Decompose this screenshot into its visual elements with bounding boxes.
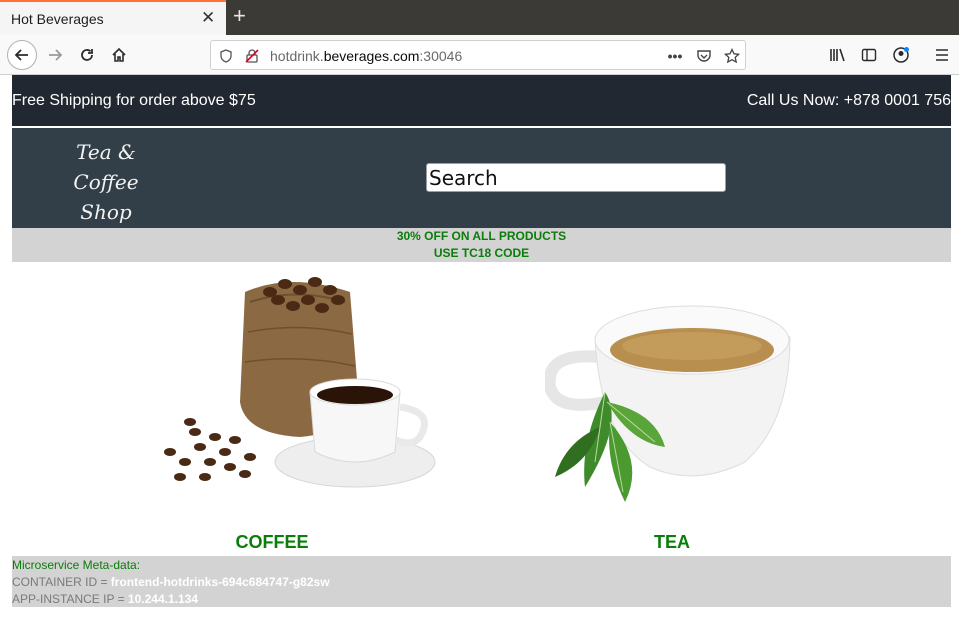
- account-icon: [893, 47, 909, 63]
- url-port: :30046: [419, 48, 463, 64]
- pocket-icon[interactable]: [695, 47, 713, 65]
- library-button[interactable]: [823, 40, 853, 70]
- product-tea[interactable]: TEA: [545, 262, 799, 554]
- top-info-bar: Free Shipping for order above $75 Call U…: [12, 75, 951, 126]
- logo-line-2: Shop: [80, 200, 132, 224]
- account-button[interactable]: [886, 40, 916, 70]
- url-text: hotdrink.beverages.com:30046: [270, 48, 462, 64]
- container-id-row: CONTAINER ID = frontend-hotdrinks-694c68…: [12, 574, 951, 591]
- reload-icon: [81, 49, 93, 61]
- site-header: Tea & Coffee Shop: [12, 128, 951, 228]
- shop-logo[interactable]: Tea & Coffee Shop: [42, 137, 170, 227]
- app-instance-ip-value: 10.244.1.134: [127, 592, 198, 606]
- home-button[interactable]: [104, 40, 134, 70]
- app-instance-ip-row: APP-INSTANCE IP = 10.244.1.134: [12, 591, 951, 608]
- logo-line-1: Tea & Coffee: [73, 140, 139, 194]
- address-bar[interactable]: hotdrink.beverages.com:30046 •••: [210, 40, 746, 70]
- bookmark-star-icon[interactable]: [723, 47, 741, 65]
- browser-navbar: hotdrink.beverages.com:30046 •••: [0, 35, 959, 75]
- tea-label[interactable]: TEA: [545, 532, 799, 553]
- page-actions-icon[interactable]: •••: [666, 47, 684, 65]
- call-us-text: Call Us Now: +878 0001 756: [746, 92, 951, 109]
- coffee-label[interactable]: COFFEE: [145, 532, 399, 553]
- container-id-value: frontend-hotdrinks-694c684747-g82sw: [110, 575, 330, 589]
- library-icon: [830, 48, 845, 62]
- app-instance-ip-label: APP-INSTANCE IP =: [12, 592, 128, 606]
- url-subdomain: hotdrink.: [270, 48, 324, 64]
- sidebar-icon: [861, 48, 877, 62]
- menu-button[interactable]: [927, 40, 957, 70]
- tab-title: Hot Beverages: [11, 11, 104, 27]
- url-domain: beverages.com: [323, 48, 420, 64]
- free-shipping-text: Free Shipping for order above $75: [12, 92, 256, 109]
- search-input[interactable]: [426, 163, 726, 192]
- shield-icon[interactable]: [217, 47, 235, 65]
- forward-arrow-icon: [49, 49, 63, 61]
- coffee-image[interactable]: [150, 262, 450, 512]
- sidebar-button[interactable]: [854, 40, 884, 70]
- reload-button[interactable]: [72, 40, 102, 70]
- product-coffee[interactable]: COFFEE: [145, 262, 436, 554]
- home-icon: [112, 47, 126, 62]
- back-arrow-icon: [14, 49, 28, 61]
- meta-title: Microservice Meta-data:: [12, 558, 141, 572]
- hamburger-menu-icon: [936, 49, 948, 61]
- promo-line-1: 30% OFF ON ALL PRODUCTS: [396, 229, 567, 243]
- new-tab-icon[interactable]: +: [233, 5, 246, 27]
- container-id-label: CONTAINER ID =: [12, 575, 111, 589]
- browser-tab[interactable]: Hot Beverages ✕: [0, 0, 226, 35]
- back-button[interactable]: [7, 40, 37, 70]
- tea-image[interactable]: [545, 262, 805, 512]
- promo-line-2: USE TC18 CODE: [433, 246, 530, 260]
- insecure-lock-icon[interactable]: [243, 47, 261, 65]
- close-tab-icon[interactable]: ✕: [201, 9, 215, 27]
- microservice-meta-panel: Microservice Meta-data: CONTAINER ID = f…: [12, 556, 951, 607]
- forward-button[interactable]: [40, 40, 70, 70]
- browser-tab-strip: Hot Beverages ✕ +: [0, 0, 959, 35]
- promo-banner: 30% OFF ON ALL PRODUCTS USE TC18 CODE: [12, 228, 951, 262]
